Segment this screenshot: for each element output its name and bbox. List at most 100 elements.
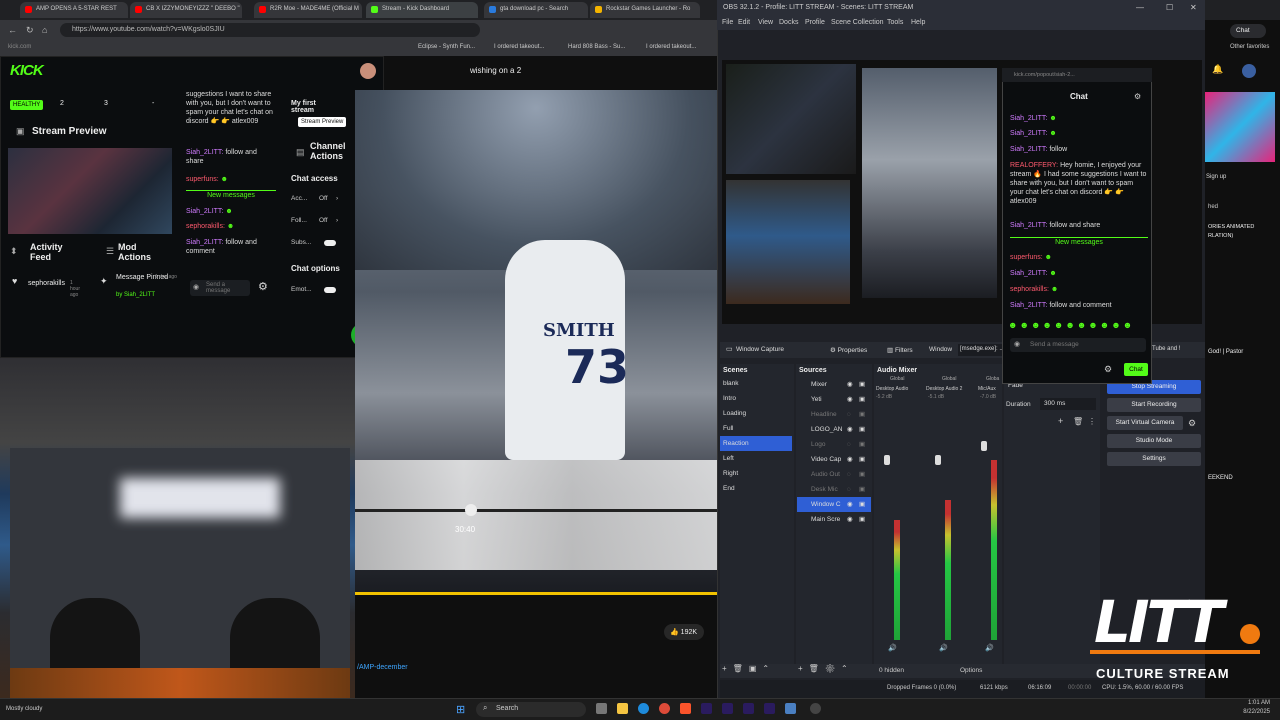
- scene-item-selected[interactable]: Reaction: [720, 436, 792, 451]
- browser-tab[interactable]: R2R Moe - MADE4ME (Official M: [254, 2, 362, 18]
- menu-profile[interactable]: Profile: [805, 19, 825, 26]
- lock-icon[interactable]: ▣: [859, 467, 865, 482]
- refresh-icon[interactable]: ↻: [26, 25, 34, 36]
- chat-settings-icon[interactable]: ◉: [193, 283, 199, 291]
- back-icon[interactable]: ←: [8, 25, 17, 35]
- add-icon[interactable]: +: [1058, 416, 1063, 426]
- popout-chat-input[interactable]: Send a message: [1010, 338, 1146, 352]
- duration-input[interactable]: 300 ms: [1040, 398, 1096, 410]
- source-item[interactable]: LOGO_AN ◉ ▣: [797, 422, 871, 437]
- virtual-camera-gear-icon[interactable]: ⚙: [1188, 418, 1196, 429]
- eye-hidden-icon[interactable]: ◌: [847, 482, 851, 497]
- chat-send-button[interactable]: Chat: [1124, 363, 1148, 376]
- lock-icon[interactable]: ▣: [859, 452, 865, 467]
- scene-item[interactable]: blank: [720, 376, 792, 391]
- start-virtual-camera-button[interactable]: Start Virtual Camera: [1107, 416, 1183, 430]
- clock-time[interactable]: 1:01 AM: [1218, 700, 1270, 706]
- popout-chat-menu-icon[interactable]: ⚙: [1134, 92, 1141, 101]
- other-favorites[interactable]: Other favorites: [1230, 44, 1269, 50]
- menu-help[interactable]: Help: [911, 19, 925, 26]
- eye-icon[interactable]: ◉: [847, 497, 853, 512]
- scene-item[interactable]: End: [720, 481, 792, 496]
- emote-row[interactable]: Emot...: [291, 286, 351, 293]
- task-view-icon[interactable]: [596, 703, 607, 714]
- edge-icon[interactable]: [638, 703, 649, 714]
- file-explorer-icon[interactable]: [617, 703, 628, 714]
- source-item[interactable]: Headline ◌ ▣: [797, 407, 871, 422]
- volume-slider-handle[interactable]: [884, 455, 890, 465]
- source-item[interactable]: Main Scre ◉ ▣: [797, 512, 871, 527]
- speaker-icon[interactable]: 🔊: [985, 644, 994, 652]
- source-item-selected[interactable]: Window C ◉ ▣: [797, 497, 871, 512]
- lock-icon[interactable]: ▣: [859, 422, 865, 437]
- windows-start-icon[interactable]: ⊞: [456, 703, 465, 716]
- lock-icon[interactable]: ▣: [859, 392, 865, 407]
- gear-icon[interactable]: ⚙: [1104, 364, 1112, 375]
- lock-icon[interactable]: ▣: [859, 512, 865, 527]
- access-row[interactable]: Foll... Off ›: [291, 217, 351, 224]
- speaker-icon[interactable]: 🔊: [888, 644, 897, 652]
- start-recording-button[interactable]: Start Recording: [1107, 398, 1201, 412]
- stream-preview-thumbnail[interactable]: [8, 148, 172, 234]
- options-button[interactable]: Options: [960, 667, 982, 674]
- weather-widget[interactable]: Mostly cloudy: [6, 706, 42, 712]
- lock-icon[interactable]: ▣: [859, 437, 865, 452]
- eye-hidden-icon[interactable]: ◌: [847, 467, 851, 482]
- studio-mode-button[interactable]: Studio Mode: [1107, 434, 1201, 448]
- avatar[interactable]: [360, 63, 376, 79]
- emote-bar[interactable]: ☻☻☻☻☻☻☻☻☻☻☻: [1008, 320, 1148, 330]
- scene-item[interactable]: Full: [720, 421, 792, 436]
- eye-icon[interactable]: ◉: [847, 422, 853, 437]
- bookmark[interactable]: Eclipse - Synth Fun...: [418, 44, 475, 50]
- source-controls[interactable]: +🗑⚙⌃: [798, 664, 854, 673]
- source-item[interactable]: Video Cap ◉ ▣: [797, 452, 871, 467]
- eye-icon[interactable]: ◉: [847, 392, 853, 407]
- access-row[interactable]: Acc... Off ›: [291, 195, 351, 202]
- source-item[interactable]: Logo ◌ ▣: [797, 437, 871, 452]
- source-item[interactable]: Desk Mic ◌ ▣: [797, 482, 871, 497]
- volume-slider-handle[interactable]: [981, 441, 987, 451]
- minimize-icon[interactable]: —: [1136, 3, 1144, 12]
- like-button[interactable]: 👍 192K: [664, 624, 704, 640]
- filters-button[interactable]: ▥ Filters: [887, 346, 913, 354]
- url-input[interactable]: https://www.youtube.com/watch?v=WKgslo0S…: [60, 23, 480, 37]
- toggle-switch[interactable]: [324, 287, 336, 293]
- close-icon[interactable]: ✕: [1190, 3, 1197, 12]
- menu-file[interactable]: File: [722, 19, 733, 26]
- bookmark[interactable]: Hard 808 Bass - Su...: [568, 44, 625, 50]
- audition-icon[interactable]: [722, 703, 733, 714]
- volume-slider-handle[interactable]: [935, 455, 941, 465]
- eye-hidden-icon[interactable]: ◌: [847, 407, 851, 422]
- home-icon[interactable]: ⌂: [42, 25, 47, 35]
- toggle-switch[interactable]: [324, 240, 336, 246]
- progress-handle[interactable]: [465, 504, 477, 516]
- browser-tab[interactable]: CB X IZZYMONEYIZZZ " DEEBO ": [130, 2, 242, 18]
- menu-docks[interactable]: Docks: [779, 19, 798, 26]
- description-link[interactable]: /AMP-december: [357, 664, 408, 671]
- speaker-icon[interactable]: 🔊: [939, 644, 948, 652]
- browser-tab[interactable]: gta download pc - Search: [484, 2, 588, 18]
- clock-date[interactable]: 8/22/2025: [1218, 709, 1270, 715]
- more-icon[interactable]: ⋮: [1088, 417, 1096, 426]
- premiere-icon[interactable]: [701, 703, 712, 714]
- menu-scene-collection[interactable]: Scene Collection: [831, 19, 884, 26]
- browser-tab[interactable]: Rockstar Games Launcher - Ro: [590, 2, 700, 18]
- avatar[interactable]: [1242, 64, 1256, 78]
- source-item[interactable]: Mixer ◉ ▣: [797, 377, 871, 392]
- menu-tools[interactable]: Tools: [887, 19, 903, 26]
- trash-icon[interactable]: 🗑: [1073, 417, 1083, 426]
- scene-item[interactable]: Loading: [720, 406, 792, 421]
- chat-settings-icon[interactable]: ◉: [1014, 340, 1020, 348]
- source-item[interactable]: Audio Out ◌ ▣: [797, 467, 871, 482]
- settings-button[interactable]: Settings: [1107, 452, 1201, 466]
- eye-icon[interactable]: ◉: [847, 512, 853, 527]
- browser-tab[interactable]: AMP OPENS A 5-STAR REST: [20, 2, 128, 18]
- progress-bar[interactable]: [355, 509, 717, 512]
- eye-icon[interactable]: ◉: [847, 452, 853, 467]
- source-item[interactable]: Yeti ◉ ▣: [797, 392, 871, 407]
- chat-tab-button[interactable]: Chat: [1230, 24, 1266, 38]
- after-effects-icon[interactable]: [743, 703, 754, 714]
- scene-item[interactable]: Right: [720, 466, 792, 481]
- properties-button[interactable]: ⚙ Properties: [830, 346, 867, 354]
- eye-icon[interactable]: ◉: [847, 377, 853, 392]
